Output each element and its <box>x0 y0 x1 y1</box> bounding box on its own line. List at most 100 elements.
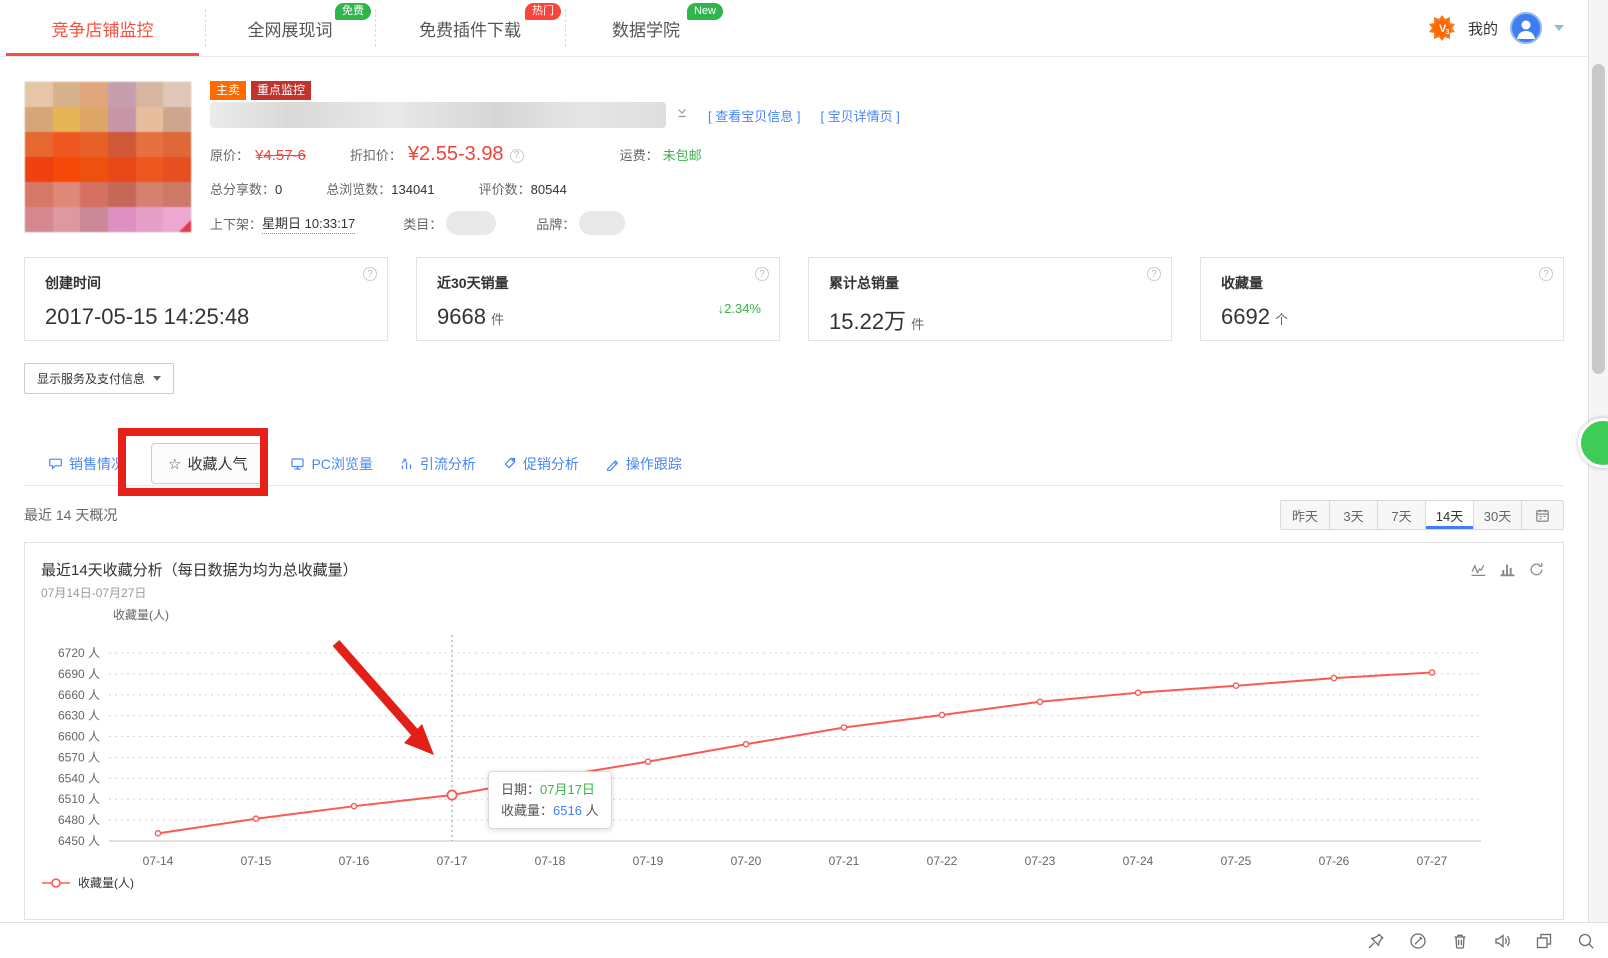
chart-point[interactable] <box>252 815 260 823</box>
nav-tab-store-monitor[interactable]: 竞争店铺监控 <box>0 0 205 56</box>
tab-traffic-analysis[interactable]: 引流分析 <box>399 454 476 474</box>
tab-favorites[interactable]: ☆ 收藏人气 <box>151 443 265 484</box>
refresh-icon[interactable] <box>1528 561 1545 578</box>
chart-point[interactable] <box>938 711 946 719</box>
card-value: 2017-05-15 14:25:48 <box>45 304 250 329</box>
tab-promotion-analysis[interactable]: 促销分析 <box>502 454 579 474</box>
chart-date-range: 07月14日-07月27日 <box>41 586 147 600</box>
card-total-sales: 累计总销量 15.22万件? <box>808 257 1172 341</box>
y-tick-label: 6570 人 <box>58 750 100 764</box>
nav-tab-plugin-download[interactable]: 免费插件下载 热门 <box>375 0 565 56</box>
favorites-line-chart[interactable]: 6450 人 6480 人 6510 人 6540 人 6570 人 6600 人 6630… <box>25 543 1541 919</box>
magnifier-icon[interactable] <box>1576 931 1596 951</box>
help-icon[interactable]: ? <box>1147 267 1161 281</box>
chart-legend[interactable]: 收藏量(人) <box>41 874 134 891</box>
tab-pc-views[interactable]: PC浏览量 <box>290 454 373 474</box>
chart-point[interactable] <box>350 802 358 810</box>
help-icon[interactable]: ? <box>1539 267 1553 281</box>
chart-point[interactable] <box>1134 689 1142 696</box>
y-tick-label: 6540 人 <box>58 771 100 785</box>
star-icon: ☆ <box>168 455 182 473</box>
card-favorites: 收藏量 6692 个? <box>1200 257 1564 341</box>
nav-tab-data-academy[interactable]: 数据学院 New <box>565 0 727 56</box>
chart-point[interactable] <box>644 758 652 765</box>
stat-value: 0 <box>275 182 283 197</box>
mosaic-cell <box>163 157 191 182</box>
chart-point[interactable] <box>1428 669 1436 676</box>
tab-operation-tracking[interactable]: 操作跟踪 <box>605 454 682 474</box>
y-tick-label: 6480 人 <box>58 813 100 827</box>
listing-time[interactable]: 星期日 10:33:17 <box>262 213 356 234</box>
mosaic-cell <box>107 107 136 132</box>
x-tick-label: 07-24 <box>1123 854 1154 868</box>
chart-point[interactable] <box>742 740 750 748</box>
mosaic-cell <box>135 157 164 182</box>
mosaic-cell <box>25 132 53 157</box>
trash-icon[interactable] <box>1450 931 1470 951</box>
help-icon[interactable]: ? <box>363 267 377 281</box>
range-14days[interactable]: 14天 <box>1425 501 1473 529</box>
mosaic-cell <box>107 182 136 207</box>
discount-help-icon[interactable]: ? <box>509 148 524 163</box>
tooltip-value: 6516 <box>553 803 582 818</box>
bar-view-icon[interactable] <box>1499 561 1516 578</box>
mosaic-cell <box>52 107 81 132</box>
card-value: 15.22万件 <box>829 309 925 334</box>
mosaic-cell <box>25 157 53 182</box>
x-tick-label: 07-27 <box>1417 854 1448 868</box>
chart-point[interactable] <box>1036 698 1044 706</box>
pin-icon[interactable] <box>1366 931 1386 951</box>
x-tick-label: 07-26 <box>1319 854 1350 868</box>
speaker-icon[interactable] <box>1492 931 1512 951</box>
compose-icon[interactable] <box>1408 931 1428 951</box>
title-expand-icon <box>676 106 688 124</box>
stat-label: 评价数： <box>478 182 531 197</box>
mosaic-cell <box>163 207 191 232</box>
card-30d-sales: 近30天销量 9668 件? ↓2.34% <box>416 257 780 341</box>
account-dropdown-caret[interactable] <box>1554 25 1564 31</box>
overview-row: 最近 14 天概况 昨天 3天 7天 14天 30天 <box>24 500 1564 530</box>
chart-point[interactable] <box>840 724 848 731</box>
chart-point[interactable] <box>1232 682 1240 690</box>
calendar-button[interactable] <box>1521 501 1563 529</box>
card-title: 近30天销量 <box>437 275 509 291</box>
nav-right: V 3 我的 <box>1428 0 1608 56</box>
line-view-icon[interactable] <box>1470 561 1487 578</box>
toggle-caret-icon <box>153 376 162 381</box>
chart-point[interactable] <box>1330 674 1338 682</box>
vip-level-icon[interactable]: V 3 <box>1428 14 1456 42</box>
x-tick-label: 07-18 <box>535 854 566 868</box>
range-7days[interactable]: 7天 <box>1377 501 1425 529</box>
my-account-label[interactable]: 我的 <box>1468 18 1498 39</box>
mosaic-cell <box>135 107 164 132</box>
help-icon[interactable]: ? <box>755 267 769 281</box>
tag-key-monitor: 重点监控 <box>251 81 312 100</box>
nav-tabs: 竞争店铺监控 全网展现词 免费 免费插件下载 热门 数据学院 New <box>0 0 727 56</box>
card-title: 创建时间 <box>45 275 101 291</box>
nav-tab-search-words[interactable]: 全网展现词 免费 <box>205 0 375 56</box>
user-avatar[interactable] <box>1510 12 1542 44</box>
chart-point[interactable] <box>154 830 162 837</box>
window-restore-icon[interactable] <box>1534 931 1554 951</box>
view-item-info-link[interactable]: [ 查看宝贝信息 ] <box>708 106 800 125</box>
scrollbar-thumb[interactable] <box>1592 64 1605 374</box>
stat-label: 总浏览数： <box>326 182 392 197</box>
bottom-toolbar <box>0 922 1608 958</box>
nav-tab-label: 免费插件下载 <box>419 20 521 40</box>
toggle-button-label: 显示服务及支付信息 <box>37 372 146 386</box>
stat-label: 总分享数： <box>210 182 276 197</box>
range-30days[interactable]: 30天 <box>1473 501 1521 529</box>
blurred-product-title <box>210 102 666 128</box>
chart-point-hovered[interactable] <box>446 789 458 801</box>
mosaic-cell <box>80 82 108 107</box>
show-service-payment-button[interactable]: 显示服务及支付信息 <box>24 363 175 394</box>
stat-value: 134041 <box>391 182 435 197</box>
detail-tab-label: 促销分析 <box>522 455 579 472</box>
mosaic-cell <box>25 107 53 132</box>
range-3days[interactable]: 3天 <box>1329 501 1377 529</box>
item-detail-page-link[interactable]: [ 宝贝详情页 ] <box>820 106 899 125</box>
range-yesterday[interactable]: 昨天 <box>1281 501 1329 529</box>
range-buttons: 昨天 3天 7天 14天 30天 <box>1281 501 1521 529</box>
tab-sales[interactable]: 销售情况 <box>48 454 125 474</box>
stat-value: 80544 <box>530 182 567 197</box>
